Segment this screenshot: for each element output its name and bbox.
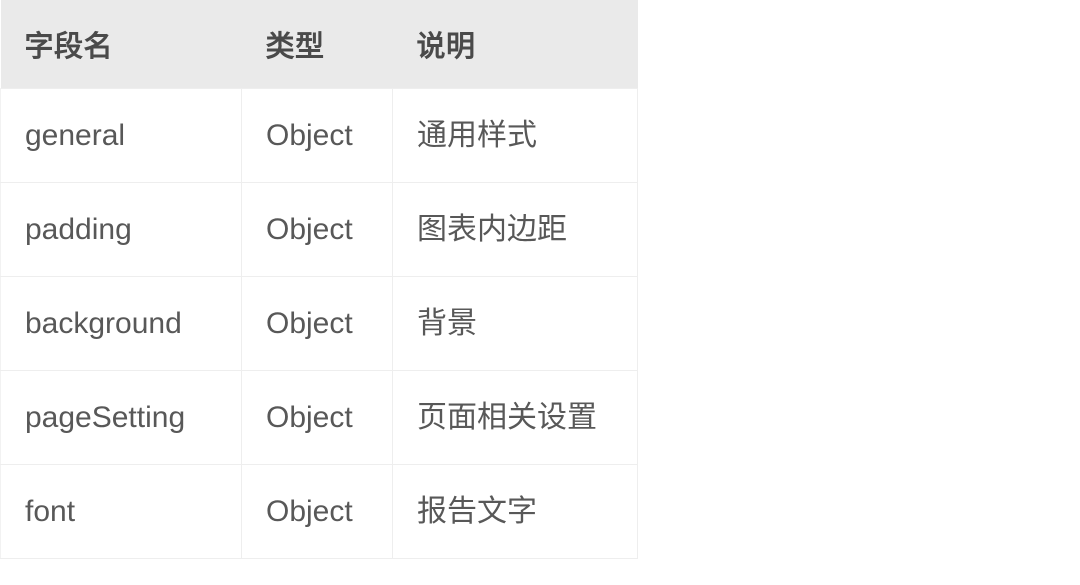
cell-description: 背景 <box>392 276 638 371</box>
cell-field-name: pageSetting <box>0 370 242 465</box>
table-header-row: 字段名 类型 说明 <box>0 0 638 88</box>
table-body: general Object 通用样式 padding Object 图表内边距… <box>0 87 638 559</box>
column-header-description: 说明 <box>416 30 476 63</box>
cell-type: Object <box>241 464 393 559</box>
cell-type: Object <box>241 370 393 465</box>
cell-field-name: general <box>0 87 242 183</box>
cell-field-name: padding <box>0 182 242 277</box>
table-row: font Object 报告文字 <box>0 464 638 559</box>
cell-type: Object <box>241 182 393 277</box>
column-header-type: 类型 <box>265 30 325 63</box>
table-row: general Object 通用样式 <box>0 87 638 183</box>
cell-description: 报告文字 <box>392 464 638 559</box>
table-row: pageSetting Object 页面相关设置 <box>0 370 638 465</box>
field-definition-table: 字段名 类型 说明 general Object 通用样式 padding Ob… <box>0 0 638 559</box>
cell-description: 通用样式 <box>392 87 638 183</box>
cell-description: 图表内边距 <box>392 182 638 277</box>
table-row: padding Object 图表内边距 <box>0 182 638 277</box>
cell-description: 页面相关设置 <box>392 370 638 465</box>
table-row: background Object 背景 <box>0 276 638 371</box>
column-header-field-name: 字段名 <box>24 30 114 63</box>
cell-field-name: background <box>0 276 242 371</box>
page-root: 字段名 类型 说明 general Object 通用样式 padding Ob… <box>0 0 1080 585</box>
cell-type: Object <box>241 87 393 183</box>
cell-field-name: font <box>0 464 242 559</box>
cell-type: Object <box>241 276 393 371</box>
table-header: 字段名 类型 说明 <box>0 0 638 88</box>
